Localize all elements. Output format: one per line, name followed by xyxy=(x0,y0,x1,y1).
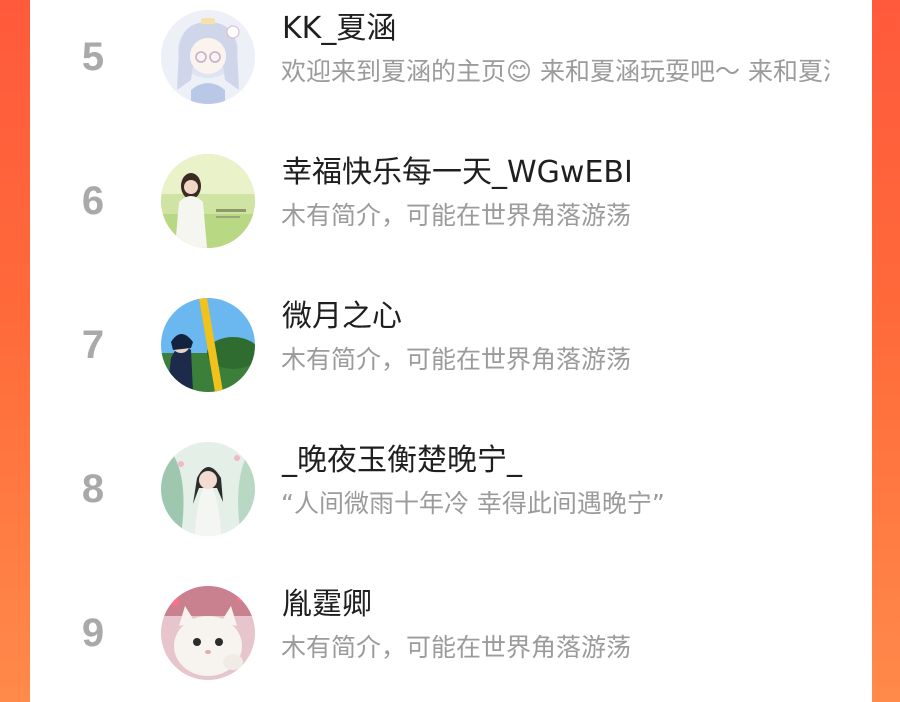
avatar[interactable] xyxy=(161,10,255,104)
anime-girl-avatar-icon xyxy=(161,10,255,104)
avatar[interactable] xyxy=(161,586,255,680)
username[interactable]: KK_夏涵 xyxy=(282,9,396,49)
avatar[interactable] xyxy=(161,442,255,536)
anime-man-avatar-icon xyxy=(161,442,255,536)
user-bio: 木有简介，可能在世界角落游荡 xyxy=(281,633,632,662)
username[interactable]: _晚夜玉衡楚晚宁_ xyxy=(282,441,522,481)
list-item[interactable]: 7 微月之心 木有简介，可能在世界角落游荡 xyxy=(30,288,872,432)
rank-number: 5 xyxy=(81,35,105,79)
username[interactable]: 幸福快乐每一天_WGwEBI xyxy=(282,153,633,193)
rank-number: 6 xyxy=(81,179,105,223)
photo-avatar-icon xyxy=(161,154,255,248)
rank-number: 9 xyxy=(81,611,105,655)
list-item[interactable]: 6 幸福快乐每一天_WGwEBI 木有简介，可能在世界角落游荡 xyxy=(30,144,872,288)
user-bio: 欢迎来到夏涵的主页😊 来和夏涵玩耍吧～ 来和夏涵玩耍吧～ xyxy=(281,57,830,86)
list-item[interactable]: 8 _晚夜玉衡楚晚宁_ “人间微雨十年冷 幸得此间遇晚宁” xyxy=(30,432,872,576)
avatar[interactable] xyxy=(161,154,255,248)
rank-number: 8 xyxy=(81,467,105,511)
list-item[interactable]: 5 KK_夏涵 欢迎来到夏涵的主页😊 来和夏涵玩耍吧～ 来和夏涵玩耍吧～ xyxy=(30,0,872,144)
username[interactable]: 胤霆卿 xyxy=(282,585,372,625)
landscape-avatar-icon xyxy=(161,298,255,392)
cat-avatar-icon xyxy=(161,586,255,680)
user-bio: 木有简介，可能在世界角落游荡 xyxy=(281,345,632,374)
user-bio: “人间微雨十年冷 幸得此间遇晚宁” xyxy=(281,489,665,518)
avatar[interactable] xyxy=(161,298,255,392)
list-item[interactable]: 9 胤霆卿 木有简介，可能在世界角落游荡 xyxy=(30,576,872,702)
username[interactable]: 微月之心 xyxy=(282,297,402,337)
rank-number: 7 xyxy=(81,323,105,367)
user-bio: 木有简介，可能在世界角落游荡 xyxy=(281,201,632,230)
ranking-list: 5 KK_夏涵 欢迎来到夏涵的主页😊 来和夏涵玩耍吧～ 来和夏涵玩耍吧～ 6 xyxy=(30,0,872,702)
